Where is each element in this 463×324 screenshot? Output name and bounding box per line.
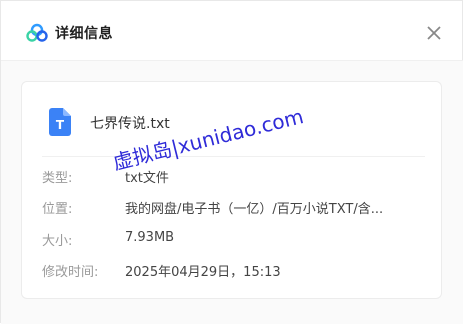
modified-label: 修改时间: [42,265,99,280]
divider [42,156,425,157]
dialog-header: 详细信息 [1,1,463,61]
size-value: 7.93MB [125,230,175,245]
modified-value: 2025年04月29日，15:13 [125,265,281,280]
dialog-title: 详细信息 [55,26,113,42]
file-info-card: T 七界传说.txt 类型: txt文件 位置: 我的网盘/电子书（一亿）/百万… [21,81,442,299]
file-name: 七界传说.txt [90,116,170,132]
location-label: 位置: [42,202,73,217]
close-icon[interactable] [424,23,444,43]
dialog-body: T 七界传说.txt 类型: txt文件 位置: 我的网盘/电子书（一亿）/百万… [1,61,463,324]
details-dialog: 详细信息 T 七界传说.txt 类型: txt文件 位置: 我的网盘/电子书（一… [0,0,463,324]
type-label: 类型: [42,171,73,186]
location-value[interactable]: 我的网盘/电子书（一亿）/百万小说TXT/含... [125,198,383,217]
size-label: 大小: [42,234,73,249]
txt-file-icon: T [49,108,71,136]
svg-text:T: T [56,118,65,132]
cloud-logo-icon [26,23,48,42]
